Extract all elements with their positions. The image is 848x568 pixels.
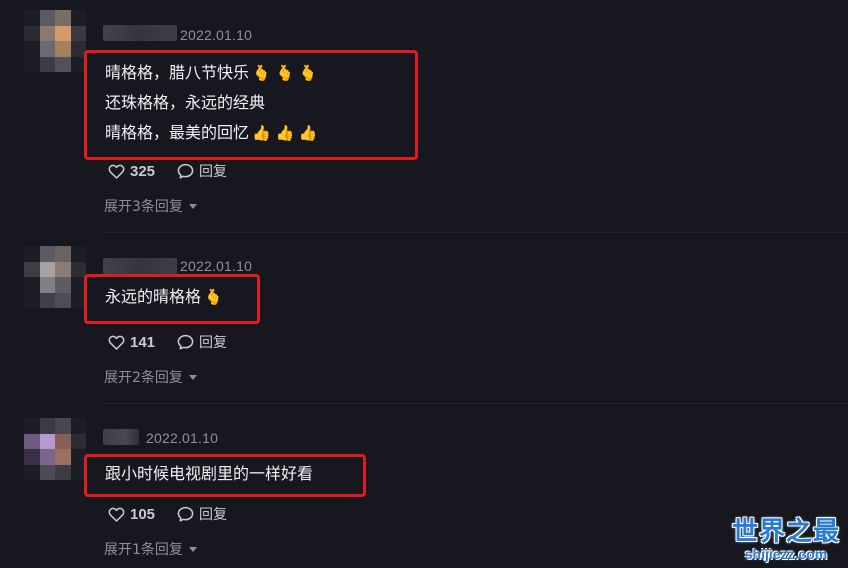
thumbs-up-emoji: 👍 👍 👍 (252, 124, 318, 142)
hand-heart-emoji: 🫰 🫰 🫰 (252, 64, 318, 82)
like-button[interactable]: 105 (108, 506, 155, 523)
like-count: 141 (130, 333, 156, 351)
comment-text-line: 还珠格格，永远的经典 (105, 93, 266, 112)
reply-button[interactable]: 回复 (177, 332, 227, 352)
expand-replies-button[interactable]: 展开2条回复 (104, 367, 197, 387)
comment-date: 2022.01.10 (180, 258, 253, 274)
avatar[interactable] (24, 10, 86, 72)
reply-label: 回复 (199, 335, 228, 351)
avatar[interactable] (24, 246, 86, 308)
expand-replies-button[interactable]: 展开3条回复 (104, 196, 197, 216)
comment-text-line: 晴格格，腊八节快乐 🫰 🫰 🫰 (105, 63, 318, 82)
like-button[interactable]: 141 (108, 334, 155, 351)
reply-button[interactable]: 回复 (177, 161, 227, 181)
speech-bubble-icon (177, 334, 194, 350)
divider (104, 403, 848, 404)
comment-actions: 141 回复 (108, 332, 249, 352)
comment-text-line: 永远的晴格格 🫰 (105, 287, 223, 306)
reply-button[interactable]: 回复 (177, 504, 227, 524)
comment-text-line: 晴格格，最美的回忆 👍 👍 👍 (105, 123, 318, 142)
expand-replies-label: 展开1条回复 (104, 542, 183, 558)
heart-outline-icon (108, 335, 125, 350)
like-count: 105 (130, 505, 156, 523)
divider (104, 232, 848, 233)
watermark-title: 世界之最 (731, 517, 840, 547)
username[interactable] (103, 258, 177, 274)
comment-date: 2022.01.10 (146, 430, 219, 446)
like-button[interactable]: 325 (108, 163, 155, 180)
hand-heart-emoji: 🫰 (204, 288, 223, 306)
caret-down-icon (188, 547, 197, 552)
speech-bubble-icon (177, 506, 194, 522)
site-watermark: 世界之最 shijiezz.com (732, 518, 840, 562)
comment-date: 2022.01.10 (180, 27, 253, 43)
comment-text-highlight: 永远的晴格格 🫰 (84, 274, 260, 324)
caret-down-icon (188, 204, 197, 209)
expand-replies-button[interactable]: 展开1条回复 (104, 539, 197, 559)
reply-label: 回复 (199, 507, 228, 523)
heart-outline-icon (108, 164, 125, 179)
comment-actions: 325 回复 (108, 161, 249, 181)
username[interactable] (103, 429, 139, 445)
expand-replies-label: 展开3条回复 (104, 199, 183, 215)
caret-down-icon (188, 375, 197, 380)
username[interactable] (103, 25, 177, 41)
comment-text-highlight: 晴格格，腊八节快乐 🫰 🫰 🫰 还珠格格，永远的经典 晴格格，最美的回忆 👍 👍 👍 (84, 50, 418, 160)
comment-actions: 105 回复 (108, 504, 249, 524)
avatar[interactable] (24, 418, 86, 480)
heart-outline-icon (108, 507, 125, 522)
comment-text-line: 跟小时候电视剧里的一样好看 (105, 464, 314, 483)
watermark-url: shijiezz.com (744, 546, 828, 562)
comment-text-highlight: 跟小时候电视剧里的一样好看 (84, 454, 366, 497)
expand-replies-label: 展开2条回复 (104, 370, 183, 386)
reply-label: 回复 (199, 164, 228, 180)
like-count: 325 (130, 162, 156, 180)
speech-bubble-icon (177, 163, 194, 179)
